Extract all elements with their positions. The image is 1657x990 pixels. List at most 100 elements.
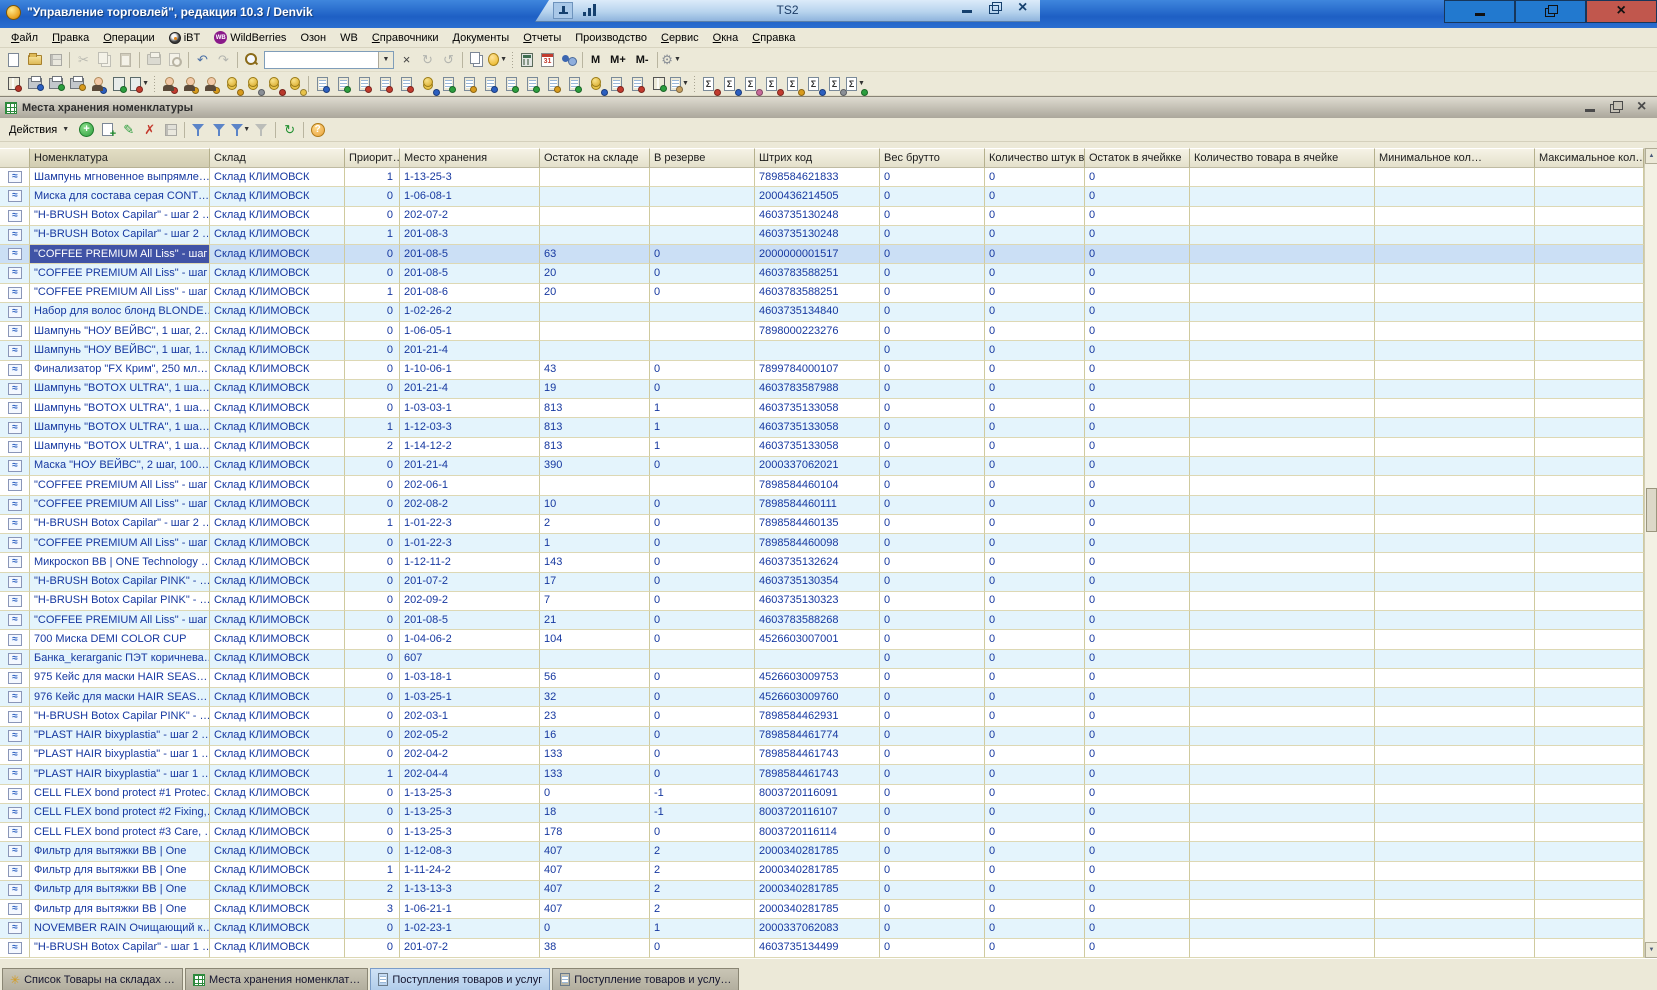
table-row[interactable]: ≈Шампунь "НОУ ВЕЙВС", 1 шаг, 1…Склад КЛИ… [0,341,1657,360]
menu-item-Файл[interactable]: Файл [4,30,45,46]
copy-item-button[interactable] [97,120,118,140]
table-row[interactable]: ≈"PLAST HAIR bixyplastia" - шаг 1 …Склад… [0,746,1657,765]
table-row[interactable]: ≈Банка_kerarganic ПЭТ коричнева…Склад КЛ… [0,650,1657,669]
service-tools-button[interactable]: ⚙▼ [661,50,682,70]
doc-exchange-button[interactable] [501,74,522,94]
column-header-stock[interactable]: Остаток на складе [540,148,650,168]
coins-cart-1-button[interactable] [221,74,242,94]
copy-window-button[interactable] [466,50,487,70]
handshake-doc-button[interactable]: ▼ [669,74,690,94]
filter-history-button[interactable]: ▼ [230,120,251,140]
table-row[interactable]: ≈Шампунь "НОУ ВЕЙВС", 1 шаг, 2…Склад КЛИ… [0,322,1657,341]
doc-person-red-button[interactable] [627,74,648,94]
table-row[interactable]: ≈Микроскоп BB | ONE Technology …Склад КЛ… [0,553,1657,572]
green-register-button[interactable] [648,74,669,94]
sum-register-button[interactable]: Σ [824,74,845,94]
rdp-close-button[interactable] [1016,2,1030,16]
table-row[interactable]: ≈Фильтр для вытяжки BB | OneСклад КЛИМОВ… [0,881,1657,900]
memory-button[interactable]: M [586,51,605,69]
window-tab[interactable]: ✳Список Товары на складах … [2,968,183,990]
table-row[interactable]: ≈"H-BRUSH Botox Capilar" - шаг 2 …Склад … [0,226,1657,245]
table-row[interactable]: ≈"H-BRUSH Botox Capilar" - шаг 2 …Склад … [0,207,1657,226]
table-row[interactable]: ≈976 Кейс для маски HAIR SEAS…Склад КЛИМ… [0,688,1657,707]
menu-item-Сервис[interactable]: Сервис [654,30,706,46]
menu-item-Отчеты[interactable]: Отчеты [516,30,568,46]
customer-cart-1-button[interactable] [179,74,200,94]
add-item-button[interactable]: + [76,120,97,140]
table-row[interactable]: ≈"COFFEE PREMIUM All Liss" - шаг…Склад К… [0,245,1657,264]
table-row[interactable]: ≈Шампунь "BOTOX ULTRA", 1 ша…Склад КЛИМО… [0,399,1657,418]
table-row[interactable]: ≈Шампунь "BOTOX ULTRA", 1 ша…Склад КЛИМО… [0,418,1657,437]
open-document-button[interactable] [24,50,45,70]
menu-item-Справка[interactable]: Справка [745,30,802,46]
window-tab[interactable]: Поступление товаров и услу… [552,968,739,990]
menu-item-iBT[interactable]: iBT [162,30,208,46]
doc-coins-button[interactable] [459,74,480,94]
doc-minus-coins-button[interactable] [543,74,564,94]
doc-person-2-button[interactable] [354,74,375,94]
search-button[interactable] [241,50,262,70]
column-header-barcode[interactable]: Штрих код [755,148,880,168]
employees-button[interactable] [87,74,108,94]
sum-person-1-button[interactable]: Σ [698,74,719,94]
doc-person-1-button[interactable] [312,74,333,94]
host-close-button[interactable] [1586,0,1657,23]
scroll-thumb[interactable] [1646,488,1657,532]
window-tab[interactable]: Места хранения номенклат… [185,968,368,990]
filter-by-value-button[interactable] [188,120,209,140]
menu-item-Производство[interactable]: Производство [568,30,654,46]
column-header-gross[interactable]: Вес брутто [880,148,985,168]
column-header-location[interactable]: Место хранения [400,148,540,168]
table-row[interactable]: ≈Фильтр для вытяжки BB | OneСклад КЛИМОВ… [0,842,1657,861]
coins-button[interactable] [284,74,305,94]
calendar-button[interactable]: 31 [537,50,558,70]
sum-flag-1-button[interactable]: Σ [761,74,782,94]
menu-item-WB[interactable]: WB [333,30,365,46]
doc-outgoing-2-button[interactable] [396,74,417,94]
table-row[interactable]: ≈"COFFEE PREMIUM All Liss" - шаг…Склад К… [0,611,1657,630]
customer-cart-2-button[interactable] [200,74,221,94]
table-row[interactable]: ≈Шампунь мгновенное выпрямле…Склад КЛИМО… [0,168,1657,187]
menu-item-Правка[interactable]: Правка [45,30,96,46]
memory-plus-button[interactable]: M+ [605,51,631,69]
search-combobox[interactable]: ▼ [264,51,394,69]
column-header-priority[interactable]: Приорит… [345,148,400,168]
doc-check-button[interactable] [564,74,585,94]
table-row[interactable]: ≈975 Кейс для маски HAIR SEAS…Склад КЛИМ… [0,669,1657,688]
calc-edit-button[interactable]: ▼ [129,74,150,94]
host-restore-button[interactable] [1515,0,1586,23]
table-row[interactable]: ≈700 Миска DEMI COLOR CUPСклад КЛИМОВСК0… [0,630,1657,649]
refresh-button[interactable]: ↻ [279,120,300,140]
doc-transfer-button[interactable] [480,74,501,94]
child-minimize-button[interactable] [1583,101,1597,115]
doc-percent-button[interactable] [606,74,627,94]
table-row[interactable]: ≈Маска "НОУ ВЕЙВС", 2 шаг, 100…Склад КЛИ… [0,457,1657,476]
sum-person-3-button[interactable]: Σ [740,74,761,94]
doc-add-coins-button[interactable] [522,74,543,94]
column-header-max[interactable]: Максимальное кол… [1535,148,1644,168]
table-row[interactable]: ≈CELL FLEX bond protect #2 Fixing,…Склад… [0,804,1657,823]
table-row[interactable]: ≈"COFFEE PREMIUM All Liss" - шаг…Склад К… [0,264,1657,283]
column-header-qty_in_cell[interactable]: Количество товара в ячейке [1190,148,1375,168]
customer-1-button[interactable] [158,74,179,94]
sum-check-button[interactable]: Σ▼ [845,74,866,94]
table-row[interactable]: ≈Набор для волос блонд BLONDE…Склад КЛИМ… [0,303,1657,322]
table-row[interactable]: ≈Миска для состава серая CONT…Склад КЛИМ… [0,187,1657,206]
table-row[interactable]: ≈"COFFEE PREMIUM All Liss" - шаг…Склад К… [0,284,1657,303]
search-input[interactable] [265,53,378,67]
sum-flag-2-button[interactable]: Σ [782,74,803,94]
table-row[interactable]: ≈"PLAST HAIR bixyplastia" - шаг 2 …Склад… [0,727,1657,746]
scroll-up-button[interactable]: ▲ [1645,148,1657,164]
table-row[interactable]: ≈Фильтр для вытяжки BB | OneСклад КЛИМОВ… [0,862,1657,881]
column-header-cell_stock[interactable]: Остаток в ячейкке [1085,148,1190,168]
help-button[interactable]: ? [307,120,328,140]
child-restore-button[interactable] [1609,101,1623,115]
combo-dropdown-icon[interactable]: ▼ [378,52,393,68]
doc-incoming-button[interactable] [333,74,354,94]
rdp-restore-button[interactable] [988,2,1002,16]
doc-outgoing-1-button[interactable] [375,74,396,94]
new-document-button[interactable] [3,50,24,70]
menu-item-Справочники[interactable]: Справочники [365,30,446,46]
table-row[interactable]: ≈"COFFEE PREMIUM All Liss" - шаг…Склад К… [0,496,1657,515]
table-row[interactable]: ≈"H-BRUSH Botox Capilar" - шаг 2 …Склад … [0,515,1657,534]
